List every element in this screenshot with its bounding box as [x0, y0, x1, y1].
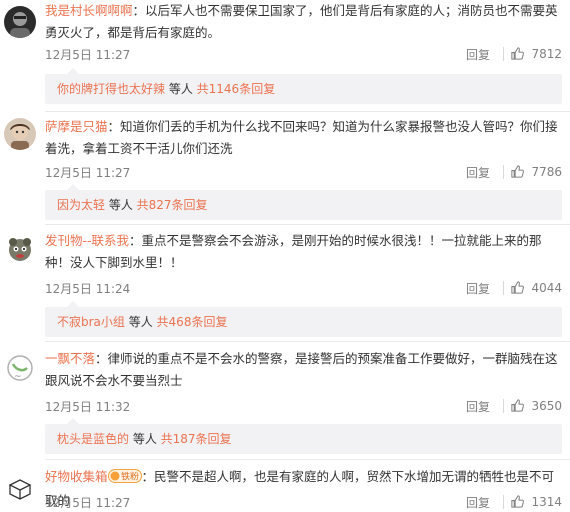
thumbs-up-icon [510, 494, 525, 509]
thumbs-up-icon [510, 280, 525, 295]
sub-reply-rest: 等人 [105, 198, 137, 212]
thumbs-up-icon [510, 398, 525, 413]
comment-time: 12月5日 11:27 [45, 48, 131, 62]
reply-button[interactable]: 回复 [466, 280, 490, 297]
comment-meta: 12月5日 11:32 回复 3650 [45, 398, 562, 418]
comment-body: 发刊物--联系我：重点不是警察会不会游泳，是刚开始的时候水很浅！！一拉就能上来的… [45, 230, 562, 274]
like-count: 3650 [531, 398, 562, 413]
meta-divider [503, 281, 504, 295]
sub-replies-box[interactable]: 不寂bra小组 等人 共468条回复 [45, 301, 562, 337]
sub-reply-count[interactable]: 共187条回复 [161, 432, 232, 446]
comment-divider [45, 111, 570, 112]
comment-divider [45, 224, 570, 225]
like-button[interactable]: 7786 [510, 164, 562, 179]
like-count: 7786 [531, 164, 562, 179]
reply-button[interactable]: 回复 [466, 46, 490, 63]
like-count: 1314 [531, 494, 562, 509]
like-button[interactable]: 7812 [510, 46, 562, 61]
sub-reply-user[interactable]: 因为太轻 [57, 198, 105, 212]
sub-replies-box[interactable]: 你的牌打得也太好辣 等人 共1146条回复 [45, 68, 562, 104]
comment-text: ：律师说的重点不是不会水的警察，是接警后的预案准备工作要做好，一群脑残在这跟风说… [45, 351, 558, 388]
comment-username[interactable]: 好物收集箱 [45, 469, 108, 484]
like-button[interactable]: 3650 [510, 398, 562, 413]
avatar[interactable] [4, 118, 36, 150]
sub-reply-count[interactable]: 共1146条回复 [197, 82, 276, 96]
comment-text: ：知道你们丢的手机为什么找不回来吗？知道为什么家暴报警也没人管吗？你们接着洗，拿… [45, 119, 558, 156]
like-count: 7812 [531, 46, 562, 61]
comment-meta: 12月5日 11:27 回复 1314 [45, 494, 562, 512]
comment-body: 一飘不落：律师说的重点不是不会水的警察，是接警后的预案准备工作要做好，一群脑残在… [45, 348, 562, 392]
sub-replies-caret [67, 68, 79, 74]
sub-reply-user[interactable]: 不寂bra小组 [57, 315, 125, 329]
thumbs-up-icon [510, 164, 525, 179]
comment-time: 12月5日 11:32 [45, 400, 131, 414]
meta-divider [503, 165, 504, 179]
sub-reply-count[interactable]: 共827条回复 [137, 198, 208, 212]
comment-time: 12月5日 11:24 [45, 282, 131, 296]
svg-text:~: ~ [14, 372, 22, 382]
meta-divider [503, 399, 504, 413]
avatar[interactable] [4, 6, 36, 38]
sub-replies-caret [67, 418, 79, 424]
meta-divider [503, 47, 504, 61]
avatar[interactable] [4, 233, 36, 265]
like-button[interactable]: 4044 [510, 280, 562, 295]
sub-reply-user[interactable]: 你的牌打得也太好辣 [57, 82, 165, 96]
sub-replies-caret [67, 301, 79, 307]
comment-meta: 12月5日 11:27 回复 7786 [45, 164, 562, 184]
reply-button[interactable]: 回复 [466, 494, 490, 511]
comment-meta: 12月5日 11:27 回复 7812 [45, 46, 562, 66]
reply-button[interactable]: 回复 [466, 398, 490, 415]
thumbs-up-icon [510, 46, 525, 61]
avatar[interactable]: ~ [4, 352, 36, 384]
avatar[interactable] [4, 472, 36, 504]
reply-button[interactable]: 回复 [466, 164, 490, 181]
sub-reply-rest: 等人 [129, 432, 161, 446]
comment-meta: 12月5日 11:24 回复 4044 [45, 280, 562, 300]
sub-replies-box[interactable]: 因为太轻 等人 共827条回复 [45, 184, 562, 220]
fan-badge-icon: 铁粉 [107, 468, 142, 490]
meta-divider [503, 495, 504, 509]
comment-username[interactable]: 发刊物--联系我 [45, 233, 129, 248]
comment-body: 萨摩是只猫：知道你们丢的手机为什么找不回来吗？知道为什么家暴报警也没人管吗？你们… [45, 116, 562, 160]
sub-reply-rest: 等人 [124, 315, 157, 329]
like-button[interactable]: 1314 [510, 494, 562, 509]
comment-body: 我是村长啊啊啊：以后军人也不需要保卫国家了，他们是背后有家庭的人；消防员也不需要… [45, 0, 562, 44]
like-count: 4044 [531, 280, 562, 295]
sub-reply-rest: 等人 [165, 82, 197, 96]
comment-username[interactable]: 一飘不落 [45, 351, 95, 366]
comment-time: 12月5日 11:27 [45, 166, 131, 180]
sub-replies-caret [67, 184, 79, 190]
fan-badge-label: 铁粉 [121, 471, 139, 483]
comment-divider [45, 459, 570, 460]
comment-username[interactable]: 我是村长啊啊啊 [45, 3, 133, 18]
comment-username[interactable]: 萨摩是只猫 [45, 119, 108, 134]
sub-replies-box[interactable]: 枕头是蓝色的 等人 共187条回复 [45, 418, 562, 454]
sub-reply-user[interactable]: 枕头是蓝色的 [57, 432, 129, 446]
sub-reply-count[interactable]: 共468条回复 [157, 315, 228, 329]
comment-divider [45, 341, 570, 342]
comment-time: 12月5日 11:27 [45, 496, 131, 510]
